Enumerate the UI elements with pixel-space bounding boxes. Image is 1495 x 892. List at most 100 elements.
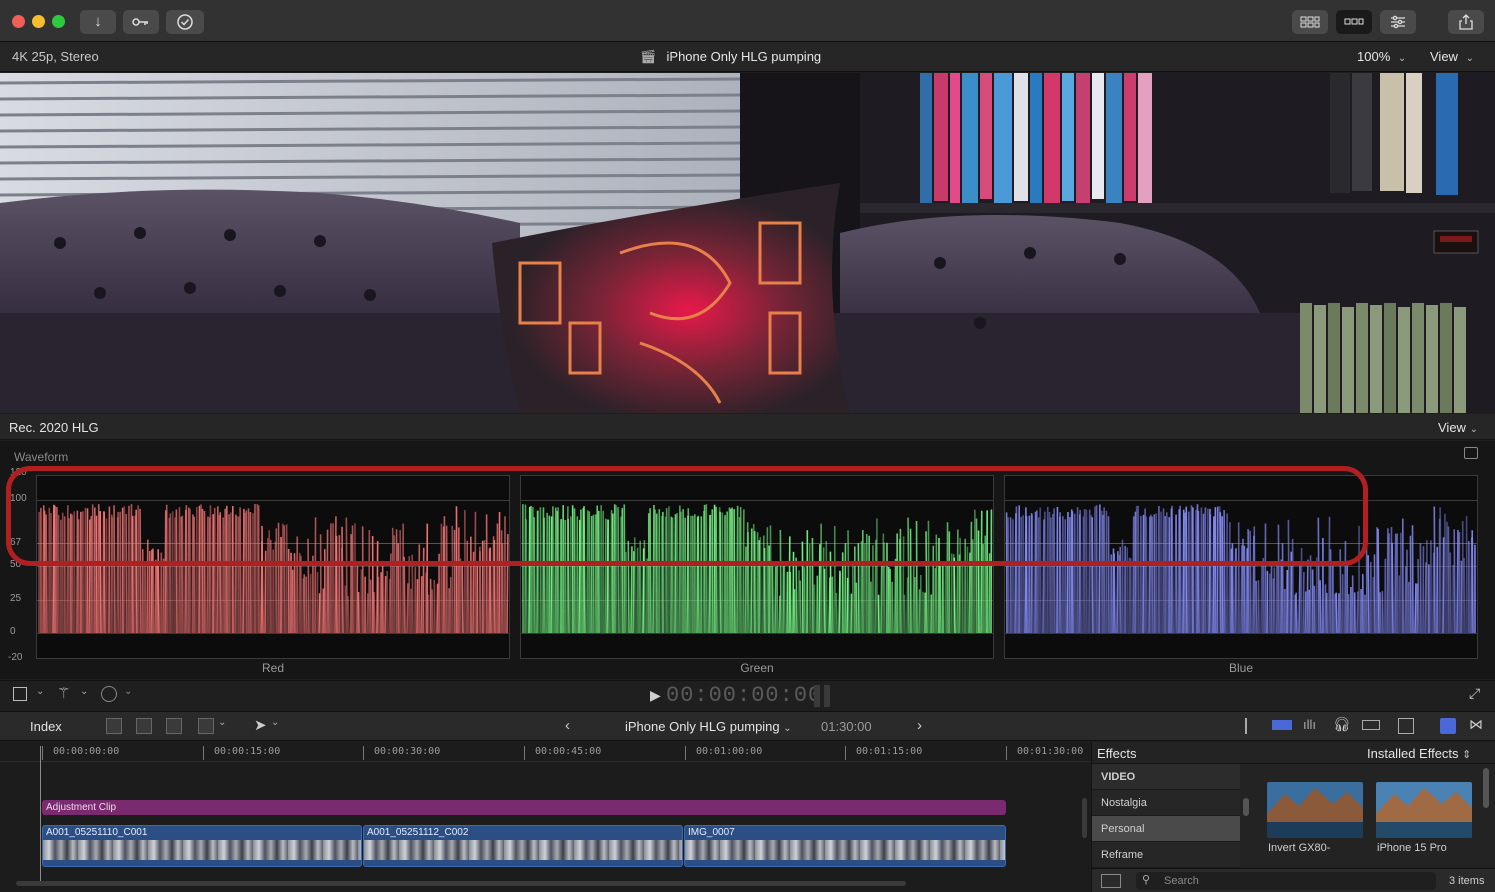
waveform-trace-line (839, 572, 842, 634)
chevron-down-icon: ⌄ (1465, 53, 1474, 64)
video-clip[interactable]: IMG_0007 (684, 825, 1006, 867)
audio-skimming-icon[interactable] (1272, 720, 1292, 730)
timecode-display: 00:00:00:00 (666, 683, 823, 708)
skimming-icon[interactable] (1245, 718, 1263, 734)
waveform-trace-line (961, 564, 964, 634)
waveform-trace-line (1319, 580, 1322, 634)
category-personal[interactable]: Personal (1092, 816, 1240, 842)
chevron-down-icon[interactable]: ⌄ (124, 686, 132, 697)
history-back-icon[interactable]: ‹ (565, 717, 570, 734)
share-button[interactable] (1448, 10, 1484, 34)
adjustment-clip[interactable]: Adjustment Clip (42, 800, 1006, 815)
waveform-trace-line (1424, 562, 1427, 634)
scope-settings-icon[interactable] (1464, 447, 1478, 459)
waveform-trace-line (958, 554, 961, 634)
item-count: 3 items (1449, 875, 1485, 887)
waveform-trace-line (912, 564, 915, 634)
timeline-toggle-button[interactable] (1336, 10, 1372, 34)
viewer-video-frame[interactable] (0, 73, 1495, 413)
waveform-trace-line (1257, 580, 1260, 634)
mountain-lake-image (1376, 782, 1472, 838)
zoom-window-button[interactable] (52, 15, 65, 28)
timeline[interactable]: 00:00:00:00 00:00:15:00 00:00:30:00 00:0… (0, 742, 1090, 892)
chevron-down-icon[interactable]: ⌄ (36, 686, 44, 697)
horizontal-scrollbar[interactable] (16, 881, 906, 886)
scope-view-menu[interactable]: View ⌄ (1438, 420, 1478, 435)
inspector-toggle-button[interactable] (1380, 10, 1416, 34)
waveform-trace-line (316, 572, 319, 634)
effects-browser-toggle-icon[interactable] (1440, 718, 1456, 734)
headphones-icon[interactable]: 🎧︎ (1333, 716, 1351, 733)
waveform-trace-line (795, 557, 798, 634)
effect-thumbnail[interactable] (1267, 782, 1363, 838)
vertical-scrollbar[interactable] (1082, 798, 1087, 838)
transitions-icon[interactable]: ⋈ (1469, 716, 1483, 733)
timeline-ruler[interactable]: 00:00:00:00 00:00:15:00 00:00:30:00 00:0… (0, 742, 1090, 762)
zoom-menu[interactable]: 100% ⌄ (1357, 49, 1406, 64)
enhance-wand-icon[interactable]: ⚚ (57, 684, 70, 702)
waveform-trace-line (1313, 585, 1316, 634)
thumbnails-scrollbar[interactable] (1483, 768, 1489, 808)
waveform-trace-line (823, 568, 826, 634)
viewer-header: 4K 25p, Stereo 🎬︎ iPhone Only HLG pumping… (0, 42, 1495, 72)
select-arrow-icon[interactable]: ➤ (254, 716, 267, 734)
keywords-button[interactable] (123, 10, 159, 34)
project-title-text: iPhone Only HLG pumping (666, 49, 822, 64)
speed-gauge-icon[interactable] (101, 686, 117, 702)
video-frame-image (0, 73, 1495, 413)
chevron-down-icon[interactable]: ⌄ (271, 717, 279, 728)
category-scrollbar[interactable] (1243, 798, 1249, 816)
waveform-trace-line (154, 559, 157, 634)
snapping-icon[interactable] (1362, 720, 1380, 730)
minimize-window-button[interactable] (32, 15, 45, 28)
waveform-trace-line (162, 558, 165, 634)
category-reframe[interactable]: Reframe (1092, 842, 1240, 868)
category-nostalgia[interactable]: Nostalgia (1092, 790, 1240, 816)
browser-toggle-button[interactable] (1292, 10, 1328, 34)
waveform-trace-line (411, 554, 414, 634)
installed-effects-menu[interactable]: Installed Effects ⇕ (1367, 746, 1471, 761)
append-clip-icon[interactable] (166, 718, 182, 734)
connect-clip-icon[interactable] (106, 718, 122, 734)
waveform-trace-line (918, 589, 921, 634)
waveform-trace-line (459, 558, 462, 634)
waveform-trace-line (1302, 572, 1305, 634)
sidebar-toggle-icon[interactable] (1101, 874, 1121, 888)
clip-appearance-icon[interactable] (1398, 718, 1414, 734)
waveform-trace-line (1379, 592, 1382, 634)
waveform-icon[interactable]: ıllı (1303, 717, 1316, 732)
format-label: 4K 25p, Stereo (12, 49, 99, 64)
viewer-view-menu[interactable]: View ⌄ (1430, 49, 1474, 64)
effect-name: iPhone 15 Pro (1377, 842, 1447, 854)
video-clip[interactable]: A001_05251110_C001 (42, 825, 362, 867)
overwrite-clip-icon[interactable] (198, 718, 214, 734)
index-button[interactable]: Index (30, 719, 62, 734)
chevron-down-icon[interactable]: ⌄ (218, 717, 226, 728)
import-button[interactable]: ↓ (80, 10, 116, 34)
waveform-trace-line (799, 580, 802, 634)
waveform-trace-line (431, 589, 434, 634)
effect-thumbnail[interactable] (1376, 782, 1472, 838)
play-icon[interactable]: ▶ (650, 687, 661, 704)
transform-tool-icon[interactable] (13, 687, 27, 701)
clip-filmstrip (364, 840, 682, 860)
waveform-trace-line (1260, 561, 1263, 634)
waveform-trace-line (1298, 565, 1301, 634)
waveform-trace-line (953, 557, 956, 634)
close-window-button[interactable] (12, 15, 25, 28)
insert-clip-icon[interactable] (136, 718, 152, 734)
grid-icon (1300, 16, 1320, 28)
effects-header: Effects Installed Effects ⇕ (1092, 742, 1495, 764)
history-forward-icon[interactable]: › (917, 717, 922, 734)
playhead[interactable] (40, 746, 41, 886)
fullscreen-icon[interactable]: ⤢ (1469, 685, 1480, 702)
video-clip[interactable]: A001_05251112_C002 (363, 825, 683, 867)
chevron-down-icon[interactable]: ⌄ (80, 686, 88, 697)
waveform-trace-line (1394, 533, 1397, 634)
search-field[interactable]: ⚲ Search (1136, 872, 1436, 890)
scope-view-label: View (1438, 420, 1466, 435)
background-tasks-button[interactable] (166, 10, 204, 34)
waveform-trace-line (1456, 529, 1459, 634)
waveform-trace-line (1442, 537, 1445, 634)
timeline-project-menu[interactable]: iPhone Only HLG pumping ⌄ (625, 719, 792, 734)
